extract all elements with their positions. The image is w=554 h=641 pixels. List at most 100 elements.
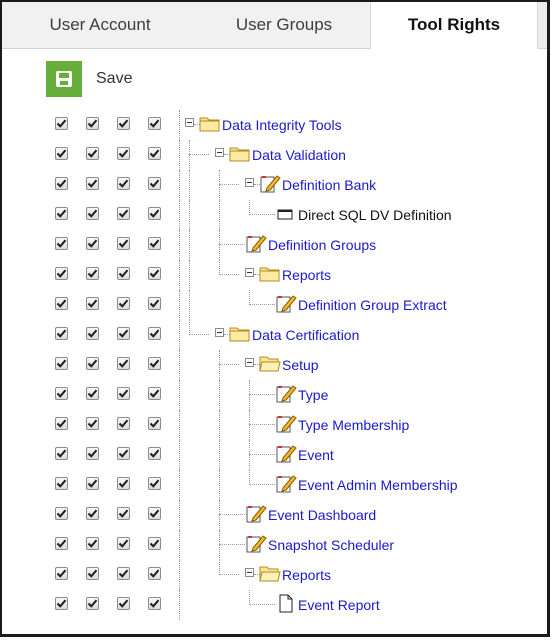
collapse-toggle-icon[interactable] xyxy=(245,178,254,187)
tree-node-label[interactable]: Data Validation xyxy=(252,140,346,170)
tab-user-groups[interactable]: User Groups xyxy=(198,2,370,48)
permission-checkbox[interactable] xyxy=(117,387,130,400)
permission-checkbox[interactable] xyxy=(117,357,130,370)
tree-node-label[interactable]: Setup xyxy=(282,350,319,380)
permission-checkbox[interactable] xyxy=(117,327,130,340)
permission-checkbox[interactable] xyxy=(86,537,99,550)
tree-node-label[interactable]: Snapshot Scheduler xyxy=(268,530,394,560)
permission-checkbox[interactable] xyxy=(148,237,161,250)
permission-checkbox[interactable] xyxy=(86,297,99,310)
permission-checkbox[interactable] xyxy=(148,477,161,490)
permission-checkbox[interactable] xyxy=(86,387,99,400)
permission-checkbox[interactable] xyxy=(86,177,99,190)
permission-checkbox[interactable] xyxy=(55,177,68,190)
permission-checkbox[interactable] xyxy=(86,117,99,130)
column-separator xyxy=(179,380,180,410)
tree-node-label[interactable]: Reports xyxy=(282,560,331,590)
collapse-toggle-icon[interactable] xyxy=(215,148,224,157)
permission-checkbox[interactable] xyxy=(86,237,99,250)
permission-checkbox[interactable] xyxy=(55,597,68,610)
permission-checkbox[interactable] xyxy=(55,567,68,580)
tree-node-label[interactable]: Event Dashboard xyxy=(268,500,376,530)
permission-checkbox[interactable] xyxy=(86,147,99,160)
permission-checkbox[interactable] xyxy=(86,507,99,520)
permission-checkbox[interactable] xyxy=(55,297,68,310)
permission-checkbox[interactable] xyxy=(117,507,130,520)
permission-checkbox[interactable] xyxy=(117,117,130,130)
permission-checkbox[interactable] xyxy=(55,237,68,250)
permission-checkbox[interactable] xyxy=(86,567,99,580)
tree-node-label[interactable]: Data Integrity Tools xyxy=(222,110,342,140)
permission-checkbox[interactable] xyxy=(148,567,161,580)
permission-checkbox[interactable] xyxy=(148,117,161,130)
permission-checkbox[interactable] xyxy=(55,417,68,430)
collapse-toggle-icon[interactable] xyxy=(245,358,254,367)
folder-icon xyxy=(229,144,251,163)
permission-checkbox[interactable] xyxy=(117,237,130,250)
permission-checkbox[interactable] xyxy=(148,147,161,160)
permission-checkbox[interactable] xyxy=(55,357,68,370)
save-button[interactable]: Save xyxy=(46,61,132,97)
tree-node-label[interactable]: Type xyxy=(298,380,328,410)
permission-checkbox[interactable] xyxy=(55,117,68,130)
permission-checkbox[interactable] xyxy=(117,447,130,460)
permission-checkbox[interactable] xyxy=(148,267,161,280)
permission-checkbox[interactable] xyxy=(86,597,99,610)
tree-node-label[interactable]: Data Certification xyxy=(252,320,359,350)
permission-checkbox[interactable] xyxy=(55,447,68,460)
tree-node-label[interactable]: Event Report xyxy=(298,590,380,620)
permission-checkbox[interactable] xyxy=(117,207,130,220)
permission-checkbox[interactable] xyxy=(117,417,130,430)
permission-checkbox[interactable] xyxy=(148,507,161,520)
permission-checkbox[interactable] xyxy=(148,297,161,310)
column-separator xyxy=(179,470,180,500)
permission-checkbox[interactable] xyxy=(117,537,130,550)
permission-checkbox[interactable] xyxy=(117,147,130,160)
permission-checkbox[interactable] xyxy=(148,447,161,460)
tree-node-label[interactable]: Direct SQL DV Definition xyxy=(298,200,452,230)
permission-checkbox[interactable] xyxy=(117,597,130,610)
permission-checkbox[interactable] xyxy=(148,327,161,340)
permission-checkbox[interactable] xyxy=(148,357,161,370)
tree-node-label[interactable]: Reports xyxy=(282,260,331,290)
permission-checkbox[interactable] xyxy=(86,207,99,220)
permission-checkbox[interactable] xyxy=(55,537,68,550)
permission-checkbox[interactable] xyxy=(117,477,130,490)
tab-tool-rights[interactable]: Tool Rights xyxy=(370,2,538,49)
permission-checkbox[interactable] xyxy=(55,267,68,280)
permission-checkbox[interactable] xyxy=(117,297,130,310)
permission-checkbox[interactable] xyxy=(55,327,68,340)
permission-checkbox[interactable] xyxy=(86,267,99,280)
permission-checkbox[interactable] xyxy=(86,327,99,340)
permission-checkbox[interactable] xyxy=(55,477,68,490)
collapse-toggle-icon[interactable] xyxy=(185,118,194,127)
tree-node-label[interactable]: Type Membership xyxy=(298,410,409,440)
tree-node-label[interactable]: Event Admin Membership xyxy=(298,470,458,500)
permission-checkbox[interactable] xyxy=(55,207,68,220)
tree-node-label[interactable]: Definition Bank xyxy=(282,170,376,200)
permission-checkbox[interactable] xyxy=(148,537,161,550)
tab-user-account[interactable]: User Account xyxy=(2,2,198,48)
permission-checkbox[interactable] xyxy=(86,447,99,460)
permission-checkbox[interactable] xyxy=(117,267,130,280)
permission-checkbox[interactable] xyxy=(86,477,99,490)
permission-checkbox[interactable] xyxy=(148,387,161,400)
permission-checkbox[interactable] xyxy=(55,147,68,160)
collapse-toggle-icon[interactable] xyxy=(215,328,224,337)
tree-node-label[interactable]: Definition Groups xyxy=(268,230,376,260)
collapse-toggle-icon[interactable] xyxy=(245,568,254,577)
permission-checkbox[interactable] xyxy=(55,387,68,400)
permission-checkbox[interactable] xyxy=(148,177,161,190)
permission-checkbox[interactable] xyxy=(86,417,99,430)
permission-checkbox[interactable] xyxy=(86,357,99,370)
permission-checkbox[interactable] xyxy=(117,567,130,580)
collapse-toggle-icon[interactable] xyxy=(245,268,254,277)
permission-checkbox[interactable] xyxy=(117,177,130,190)
permission-checkbox[interactable] xyxy=(148,207,161,220)
permission-checkbox[interactable] xyxy=(148,597,161,610)
permission-checkbox[interactable] xyxy=(148,417,161,430)
tree-node-label[interactable]: Event xyxy=(298,440,334,470)
tree-node-label[interactable]: Definition Group Extract xyxy=(298,290,447,320)
permission-checkbox[interactable] xyxy=(55,507,68,520)
folder-icon xyxy=(229,324,251,343)
